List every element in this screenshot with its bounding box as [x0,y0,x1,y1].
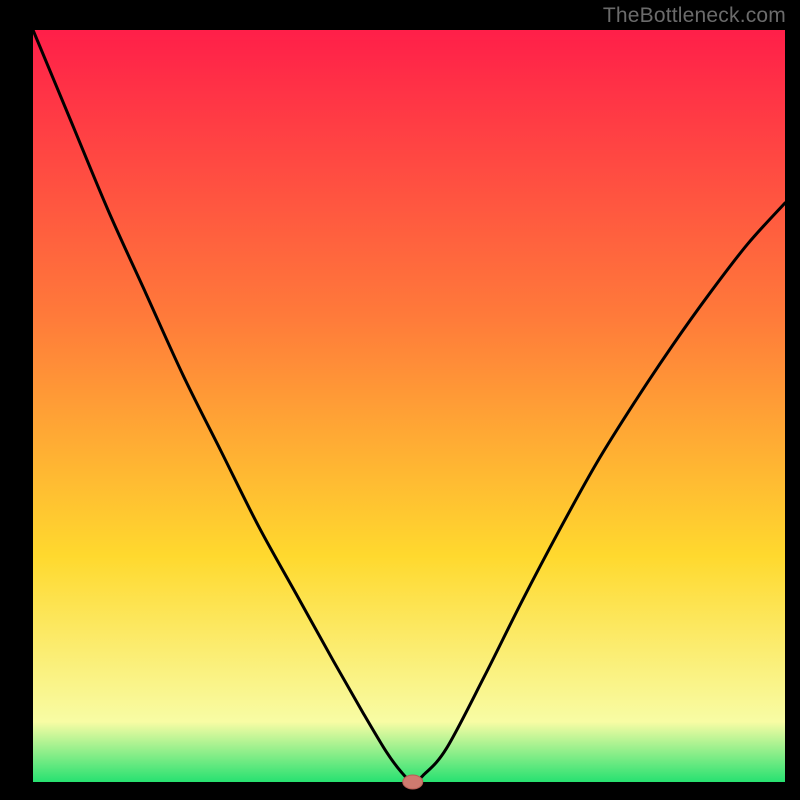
gradient-background [33,30,785,782]
optimal-point-marker [403,775,423,789]
chart-svg [0,0,800,800]
chart-frame: { "watermark": "TheBottleneck.com", "col… [0,0,800,800]
watermark: TheBottleneck.com [603,4,786,28]
